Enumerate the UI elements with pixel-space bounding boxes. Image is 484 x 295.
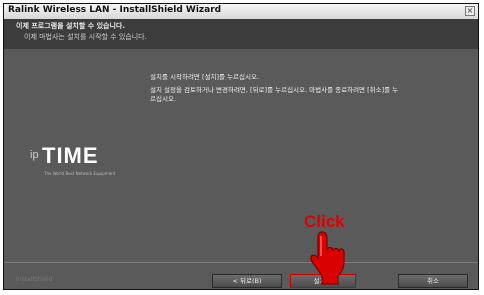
- header-title: 이제 프로그램을 설치할 수 있습니다.: [16, 22, 126, 30]
- instruction-line-3: 르십시오.: [150, 95, 176, 103]
- iptime-logo: ip TIME The World Best Network Equipment: [30, 140, 120, 182]
- header-subtitle: 이제 마법사는 설치를 시작할 수 있습니다.: [24, 33, 147, 41]
- logo-name: TIME: [42, 143, 99, 168]
- footer-divider: [4, 262, 478, 263]
- wizard-header: 이제 프로그램을 설치할 수 있습니다. 이제 마법사는 설치를 시작할 수 있…: [4, 19, 478, 49]
- cancel-button[interactable]: 취소: [398, 274, 468, 288]
- close-icon[interactable]: ×: [465, 6, 475, 16]
- instruction-line-2: 설치 설정을 검토하거나 변경하려면, [뒤로]를 누르십시오. 마법사를 종료…: [150, 86, 399, 94]
- title-bar[interactable]: Ralink Wireless LAN - InstallShield Wiza…: [4, 4, 478, 20]
- click-annotation: Click: [304, 212, 345, 231]
- logo-prefix: ip: [30, 149, 39, 161]
- instruction-line-1: 설치를 시작하려면 [설치]를 누르십시오.: [150, 73, 260, 81]
- installer-window: Ralink Wireless LAN - InstallShield Wiza…: [3, 3, 479, 290]
- window-title: Ralink Wireless LAN - InstallShield Wiza…: [8, 5, 222, 15]
- installshield-brand: InstallShield: [16, 276, 53, 283]
- pointing-hand-icon: [310, 231, 345, 285]
- logo-tagline: The World Best Network Equipment: [44, 171, 116, 176]
- back-button[interactable]: < 뒤로(B): [212, 274, 282, 288]
